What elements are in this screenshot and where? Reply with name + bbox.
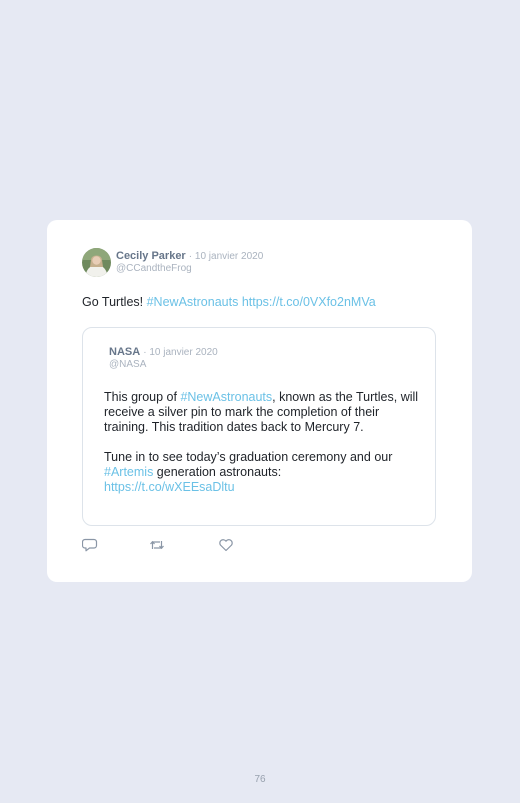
author-avatar[interactable] (82, 248, 111, 277)
hashtag-link[interactable]: #NewAstronauts (147, 295, 239, 309)
quoted-author-handle[interactable]: @NASA (109, 359, 146, 371)
tweet-date[interactable]: · 10 janvier 2020 (189, 251, 264, 262)
quoted-p2-prefix: Tune in to see today’s graduation ceremo… (104, 450, 393, 464)
heart-icon[interactable] (218, 538, 234, 552)
quoted-tweet-text: This group of #NewAstronauts, known as t… (104, 390, 422, 495)
quoted-p2-suffix: generation astronauts: (153, 465, 282, 479)
quoted-p1-prefix: This group of (104, 390, 181, 404)
tweet-url-link[interactable]: https://t.co/0VXfo2nMVa (242, 295, 376, 309)
quoted-paragraph-1: This group of #NewAstronauts, known as t… (104, 390, 422, 435)
page-number: 76 (254, 774, 266, 785)
tweet-text: Go Turtles! #NewAstronauts https://t.co/… (82, 295, 376, 310)
tweet-author-line: Cecily Parker · 10 janvier 2020 (116, 250, 263, 263)
quoted-tweet-date[interactable]: · 10 janvier 2020 (143, 347, 218, 358)
tweet-text-prefix: Go Turtles! (82, 295, 147, 309)
reply-icon[interactable] (81, 538, 98, 552)
quoted-author-line: NASA · 10 janvier 2020 (109, 346, 218, 359)
tweet-card: Cecily Parker · 10 janvier 2020 @CCandth… (47, 220, 472, 582)
quoted-author-name[interactable]: NASA (109, 346, 140, 358)
author-name[interactable]: Cecily Parker (116, 250, 186, 262)
quoted-paragraph-2: Tune in to see today’s graduation ceremo… (104, 450, 422, 495)
author-handle[interactable]: @CCandtheFrog (116, 263, 192, 275)
artemis-hashtag-link[interactable]: #Artemis (104, 465, 153, 479)
retweet-icon[interactable] (149, 538, 165, 552)
quoted-hashtag-link[interactable]: #NewAstronauts (180, 390, 272, 404)
quoted-url-link[interactable]: https://t.co/wXEEsaDltu (104, 480, 235, 494)
quoted-tweet[interactable]: NASA · 10 janvier 2020 @NASA This group … (82, 327, 436, 526)
